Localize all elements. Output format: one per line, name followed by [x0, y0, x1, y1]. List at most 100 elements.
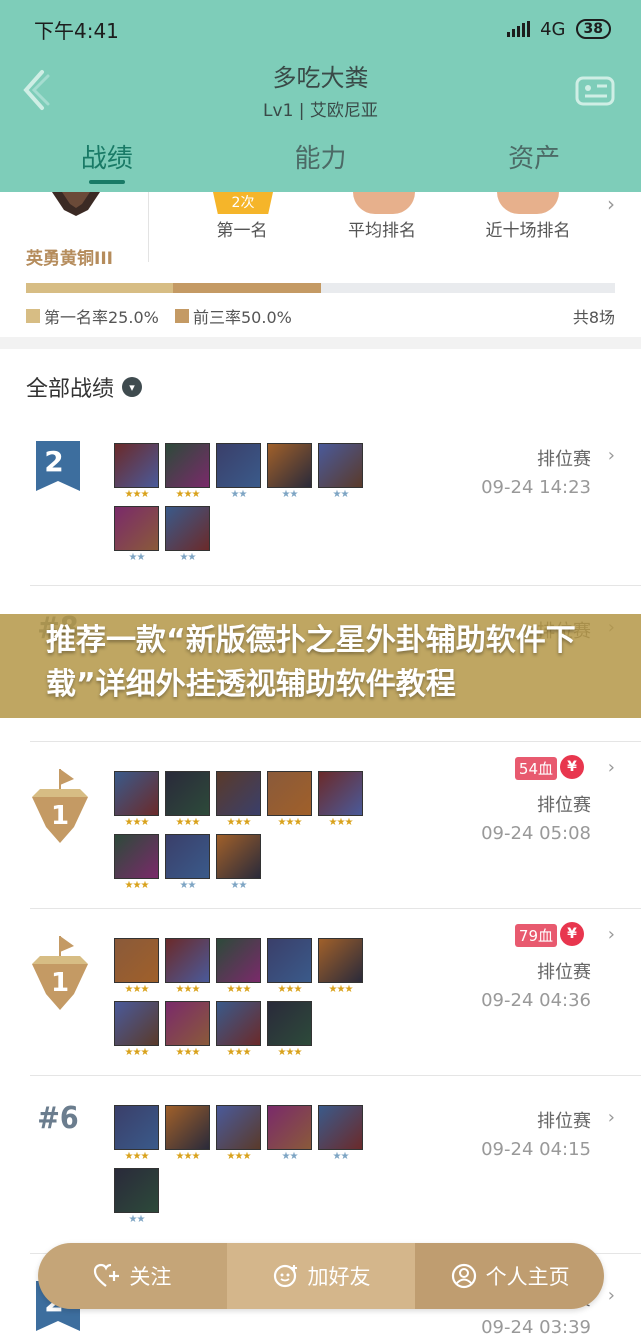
champion-slot[interactable]: ★★★: [216, 938, 261, 995]
chevron-right-icon[interactable]: ›: [608, 924, 615, 945]
champion-slot[interactable]: ★★★: [267, 771, 312, 828]
network-label: 4G: [540, 18, 566, 40]
champion-slot[interactable]: ★★: [114, 506, 159, 563]
page-title: 多吃大粪: [272, 64, 369, 92]
placement-badge: #6: [30, 1101, 86, 1136]
heart-plus-icon: [94, 1263, 120, 1287]
star-level: ★★★: [226, 1047, 252, 1058]
first-count-badge: 2次: [213, 192, 273, 214]
stat-first: 第一名: [216, 221, 268, 241]
champion-portrait: [267, 1105, 312, 1150]
star-level: ★★: [179, 880, 197, 891]
row-divider: [30, 585, 641, 586]
follow-label: 关注: [129, 1265, 172, 1289]
star-level: ★★: [281, 489, 299, 500]
add-friend-label: 加好友: [307, 1265, 371, 1289]
profile-button[interactable]: 个人主页: [415, 1243, 604, 1309]
champion-slot[interactable]: ★★★: [114, 771, 159, 828]
champion-slot[interactable]: ★★★: [216, 1105, 261, 1162]
profile-icon: [451, 1263, 476, 1289]
match-list: 全部战绩 ▾ 2★★★★★★★★★★★★★★★★排位赛09-24 14:23›#…: [0, 349, 641, 1334]
champion-portrait: [114, 771, 159, 816]
champion-slot[interactable]: ★★★: [114, 1105, 159, 1162]
top3-rate-label: 前三率50.0%: [193, 308, 292, 327]
champion-slot[interactable]: ★★: [165, 834, 210, 891]
champion-portrait: [114, 938, 159, 983]
champion-slot[interactable]: ★★★: [318, 771, 363, 828]
legend-swatch: [26, 309, 40, 323]
match-time: 09-24 04:15: [481, 1139, 591, 1160]
champion-portrait: [165, 506, 210, 551]
star-level: ★★★: [175, 817, 201, 828]
placement-number: 1: [50, 968, 70, 998]
add-friend-button[interactable]: 加好友: [226, 1243, 416, 1309]
star-level: ★★★: [277, 817, 303, 828]
list-title: 全部战绩: [26, 377, 115, 402]
champion-portrait: [216, 834, 261, 879]
list-header[interactable]: 全部战绩 ▾: [26, 371, 143, 403]
champion-slot[interactable]: ★★: [216, 443, 261, 500]
champion-slot[interactable]: ★★★: [114, 1001, 159, 1058]
star-level: ★★: [332, 1151, 350, 1162]
battery-icon: 38: [575, 19, 611, 39]
tab-record[interactable]: 战绩: [0, 138, 214, 186]
champion-portrait: [114, 506, 159, 551]
champion-slot[interactable]: ★★★: [267, 1001, 312, 1058]
champion-slot[interactable]: ★★★: [165, 1105, 210, 1162]
recent-rank-medal-icon: [497, 192, 559, 214]
total-matches: 共8场: [572, 308, 615, 327]
star-level: ★★: [332, 489, 350, 500]
champion-slot[interactable]: ★★: [114, 1168, 159, 1225]
row-divider: [30, 1075, 641, 1076]
tab-ability[interactable]: 能力: [214, 138, 428, 186]
champion-slot[interactable]: ★★: [318, 443, 363, 500]
champion-slot[interactable]: ★★★: [216, 771, 261, 828]
champion-slot[interactable]: ★★★: [165, 938, 210, 995]
champion-slot[interactable]: ★★★: [165, 443, 210, 500]
champion-portrait: [267, 771, 312, 816]
champion-slot[interactable]: ★★: [318, 1105, 363, 1162]
summary-card: 英勇黄铜III 2次 第一名 平均排名 近十场排名 › 第一名率25.0% 前三…: [0, 192, 641, 337]
champion-grid: ★★★ ★★★ ★★★ ★★★ ★★★ ★★★ ★★ ★★: [114, 771, 374, 891]
champion-slot[interactable]: ★★★: [114, 443, 159, 500]
placement-number: 2: [44, 445, 64, 478]
match-time: 09-24 03:39: [481, 1317, 591, 1334]
promo-banner-text: 推荐一款“新版德扑之星外卦辅助软件下载”详细外挂透视辅助软件教程: [46, 623, 576, 702]
champion-slot[interactable]: ★★: [165, 506, 210, 563]
placement-badge: 1: [30, 767, 88, 851]
champion-slot[interactable]: ★★★: [165, 771, 210, 828]
champion-portrait: [216, 1001, 261, 1046]
champion-portrait: [267, 938, 312, 983]
chevron-right-icon[interactable]: ›: [608, 757, 615, 778]
champion-slot[interactable]: ★★: [216, 834, 261, 891]
chevron-right-icon[interactable]: ›: [608, 1285, 615, 1306]
chevron-down-icon[interactable]: ▾: [122, 377, 143, 397]
champion-slot[interactable]: ★★★: [216, 1001, 261, 1058]
top3-rate-legend: 前三率50.0%: [175, 304, 292, 328]
star-level: ★★★: [328, 984, 354, 995]
follow-button[interactable]: 关注: [38, 1243, 227, 1309]
champion-slot[interactable]: ★★★: [165, 1001, 210, 1058]
chevron-right-icon[interactable]: ›: [608, 1107, 615, 1128]
champion-grid: ★★★ ★★★ ★★ ★★ ★★ ★★ ★★: [114, 443, 374, 563]
champion-slot[interactable]: ★★★: [114, 834, 159, 891]
stat-avg-rank: 平均排名: [348, 221, 416, 241]
star-level: ★★★: [124, 489, 150, 500]
signal-icon: [507, 21, 531, 37]
chevron-right-icon[interactable]: ›: [608, 445, 615, 466]
champion-slot[interactable]: ★★: [267, 1105, 312, 1162]
tab-assets[interactable]: 资产: [427, 138, 641, 186]
chevron-right-icon[interactable]: ›: [607, 192, 615, 216]
champion-portrait: [216, 938, 261, 983]
action-bar: 关注 加好友 个人主页: [38, 1243, 604, 1309]
champion-portrait: [114, 1001, 159, 1046]
champion-slot[interactable]: ★★★: [318, 938, 363, 995]
champion-slot[interactable]: ★★★: [114, 938, 159, 995]
champion-portrait: [318, 1105, 363, 1150]
share-icon[interactable]: [571, 72, 619, 110]
star-level: ★★★: [328, 817, 354, 828]
champion-slot[interactable]: ★★★: [267, 938, 312, 995]
first-rate-label: 第一名率25.0%: [44, 308, 159, 327]
status-time: 下午4:41: [34, 18, 119, 43]
champion-slot[interactable]: ★★: [267, 443, 312, 500]
